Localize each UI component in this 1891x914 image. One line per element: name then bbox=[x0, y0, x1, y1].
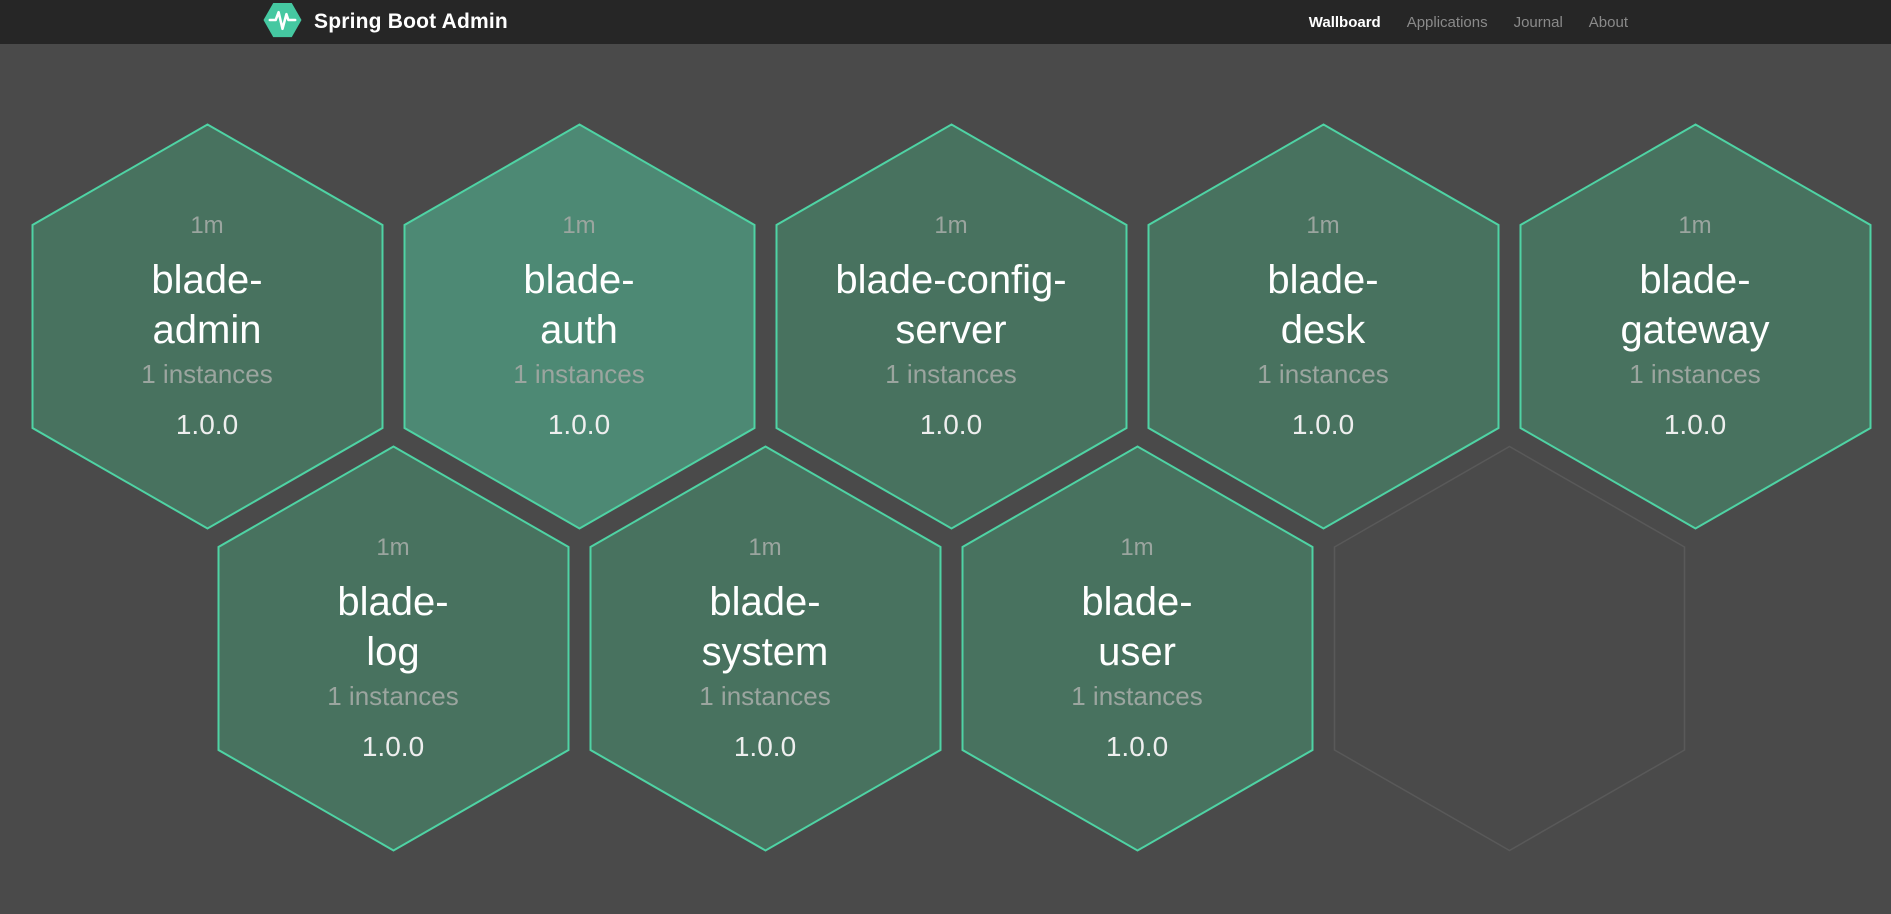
hexagon-shape-icon bbox=[217, 445, 570, 852]
spring-boot-admin-logo-icon bbox=[263, 2, 302, 43]
wallboard: 1m blade- admin 1 instances 1.0.0 1m bla… bbox=[0, 44, 1891, 914]
app-header: Spring Boot Admin Wallboard Applications J… bbox=[0, 0, 1891, 44]
application-hexagon-blade-user[interactable]: 1m blade- user 1 instances 1.0.0 bbox=[961, 445, 1314, 852]
nav-item-wallboard[interactable]: Wallboard bbox=[1309, 14, 1381, 31]
header-nav: Wallboard Applications Journal About bbox=[1309, 14, 1628, 31]
hexagon-shape-icon bbox=[961, 445, 1314, 852]
hexagon-shape-icon bbox=[1333, 445, 1686, 852]
empty-hexagon-slot bbox=[1333, 445, 1686, 852]
nav-item-applications[interactable]: Applications bbox=[1407, 14, 1488, 31]
spring-boot-admin-wallboard-page: Spring Boot Admin Wallboard Applications J… bbox=[0, 0, 1891, 914]
application-hexagon-blade-system[interactable]: 1m blade- system 1 instances 1.0.0 bbox=[589, 445, 942, 852]
brand-link[interactable]: Spring Boot Admin bbox=[263, 2, 508, 43]
nav-item-about[interactable]: About bbox=[1589, 14, 1628, 31]
hexagon-shape-icon bbox=[589, 445, 942, 852]
brand-title: Spring Boot Admin bbox=[314, 10, 508, 34]
nav-item-journal[interactable]: Journal bbox=[1514, 14, 1563, 31]
header-container: Spring Boot Admin Wallboard Applications J… bbox=[263, 0, 1628, 44]
application-hexagon-blade-log[interactable]: 1m blade- log 1 instances 1.0.0 bbox=[217, 445, 570, 852]
